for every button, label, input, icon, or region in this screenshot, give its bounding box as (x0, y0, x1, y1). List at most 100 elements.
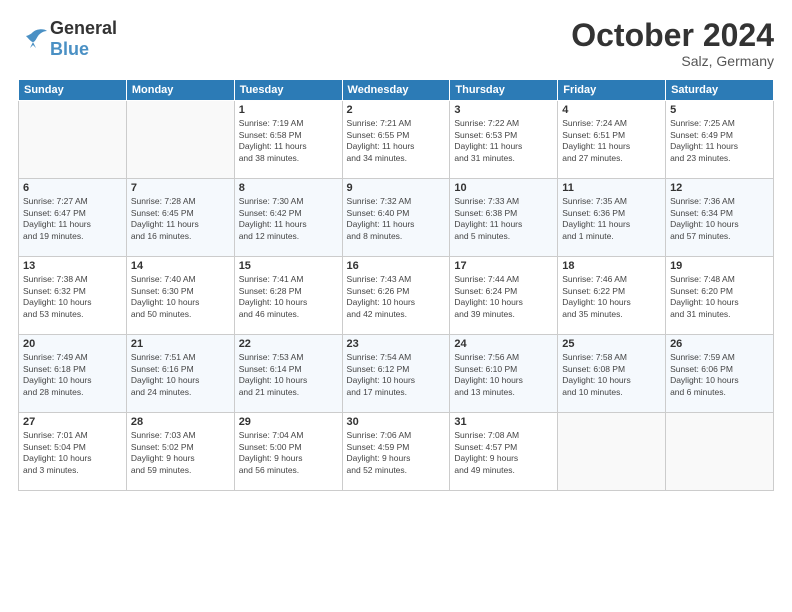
day-cell: 31Sunrise: 7:08 AM Sunset: 4:57 PM Dayli… (450, 413, 558, 491)
day-cell (126, 101, 234, 179)
day-cell: 17 Sunrise: 7:44 AM Sunset: 6:24 PM Dayli… (450, 257, 558, 335)
day-info: Sunrise: 7:30 AM Sunset: 6:42 PM Dayligh… (239, 196, 338, 242)
day-info: Sunrise: 7:41 AM Sunset: 6:28 PM Dayligh… (239, 274, 338, 320)
day-cell: 12 Sunrise: 7:36 AM Sunset: 6:34 PM Dayli… (666, 179, 774, 257)
day-cell: 4 Sunrise: 7:24 AM Sunset: 6:51 PM Daylig… (558, 101, 666, 179)
day-cell: 6 Sunrise: 7:27 AM Sunset: 6:47 PM Daylig… (19, 179, 127, 257)
weekday-wednesday: Wednesday (342, 80, 450, 101)
day-cell: 29Sunrise: 7:04 AM Sunset: 5:00 PM Dayli… (234, 413, 342, 491)
logo: GeneralBlue (18, 18, 117, 60)
day-cell: 18 Sunrise: 7:46 AM Sunset: 6:22 PM Dayli… (558, 257, 666, 335)
day-cell: 20Sunrise: 7:49 AM Sunset: 6:18 PM Dayli… (19, 335, 127, 413)
day-info: Sunrise: 7:24 AM Sunset: 6:51 PM Dayligh… (562, 118, 661, 164)
header: GeneralBlue October 2024 Salz, Germany (18, 18, 774, 69)
day-number: 19 (670, 260, 769, 272)
day-info: Sunrise: 7:56 AM Sunset: 6:10 PM Dayligh… (454, 352, 553, 398)
week-row-4: 20Sunrise: 7:49 AM Sunset: 6:18 PM Dayli… (19, 335, 774, 413)
day-number: 8 (239, 182, 338, 194)
day-cell: 3 Sunrise: 7:22 AM Sunset: 6:53 PM Daylig… (450, 101, 558, 179)
day-number: 31 (454, 416, 553, 428)
day-cell: 21Sunrise: 7:51 AM Sunset: 6:16 PM Dayli… (126, 335, 234, 413)
day-number: 15 (239, 260, 338, 272)
day-cell: 26 Sunrise: 7:59 AM Sunset: 6:06 PM Dayli… (666, 335, 774, 413)
weekday-header-row: SundayMondayTuesdayWednesdayThursdayFrid… (19, 80, 774, 101)
day-number: 20 (23, 338, 122, 350)
weekday-thursday: Thursday (450, 80, 558, 101)
day-cell (558, 413, 666, 491)
day-number: 9 (347, 182, 446, 194)
day-info: Sunrise: 7:25 AM Sunset: 6:49 PM Dayligh… (670, 118, 769, 164)
day-cell: 9 Sunrise: 7:32 AM Sunset: 6:40 PM Daylig… (342, 179, 450, 257)
day-cell: 25Sunrise: 7:58 AM Sunset: 6:08 PM Dayli… (558, 335, 666, 413)
day-number: 10 (454, 182, 553, 194)
day-info: Sunrise: 7:01 AM Sunset: 5:04 PM Dayligh… (23, 430, 122, 476)
week-row-1: 1 Sunrise: 7:19 AM Sunset: 6:58 PM Daylig… (19, 101, 774, 179)
day-number: 4 (562, 104, 661, 116)
day-info: Sunrise: 7:51 AM Sunset: 6:16 PM Dayligh… (131, 352, 230, 398)
week-row-5: 27 Sunrise: 7:01 AM Sunset: 5:04 PM Dayli… (19, 413, 774, 491)
day-cell: 24 Sunrise: 7:56 AM Sunset: 6:10 PM Dayli… (450, 335, 558, 413)
day-info: Sunrise: 7:19 AM Sunset: 6:58 PM Dayligh… (239, 118, 338, 164)
day-info: Sunrise: 7:22 AM Sunset: 6:53 PM Dayligh… (454, 118, 553, 164)
location: Salz, Germany (571, 53, 774, 69)
day-cell: 7 Sunrise: 7:28 AM Sunset: 6:45 PM Daylig… (126, 179, 234, 257)
day-info: Sunrise: 7:35 AM Sunset: 6:36 PM Dayligh… (562, 196, 661, 242)
day-info: Sunrise: 7:03 AM Sunset: 5:02 PM Dayligh… (131, 430, 230, 476)
day-number: 13 (23, 260, 122, 272)
day-number: 26 (670, 338, 769, 350)
day-cell: 8 Sunrise: 7:30 AM Sunset: 6:42 PM Daylig… (234, 179, 342, 257)
day-number: 11 (562, 182, 661, 194)
week-row-3: 13Sunrise: 7:38 AM Sunset: 6:32 PM Dayli… (19, 257, 774, 335)
day-number: 17 (454, 260, 553, 272)
day-cell (19, 101, 127, 179)
day-info: Sunrise: 7:36 AM Sunset: 6:34 PM Dayligh… (670, 196, 769, 242)
logo-text: GeneralBlue (50, 18, 117, 60)
day-info: Sunrise: 7:21 AM Sunset: 6:55 PM Dayligh… (347, 118, 446, 164)
day-info: Sunrise: 7:28 AM Sunset: 6:45 PM Dayligh… (131, 196, 230, 242)
day-cell: 19 Sunrise: 7:48 AM Sunset: 6:20 PM Dayli… (666, 257, 774, 335)
day-cell: 23 Sunrise: 7:54 AM Sunset: 6:12 PM Dayli… (342, 335, 450, 413)
day-info: Sunrise: 7:48 AM Sunset: 6:20 PM Dayligh… (670, 274, 769, 320)
day-cell: 13Sunrise: 7:38 AM Sunset: 6:32 PM Dayli… (19, 257, 127, 335)
day-cell: 5Sunrise: 7:25 AM Sunset: 6:49 PM Daylig… (666, 101, 774, 179)
day-info: Sunrise: 7:27 AM Sunset: 6:47 PM Dayligh… (23, 196, 122, 242)
day-cell (666, 413, 774, 491)
day-number: 30 (347, 416, 446, 428)
day-cell: 2 Sunrise: 7:21 AM Sunset: 6:55 PM Daylig… (342, 101, 450, 179)
day-cell: 28 Sunrise: 7:03 AM Sunset: 5:02 PM Dayli… (126, 413, 234, 491)
day-info: Sunrise: 7:53 AM Sunset: 6:14 PM Dayligh… (239, 352, 338, 398)
day-number: 28 (131, 416, 230, 428)
day-info: Sunrise: 7:46 AM Sunset: 6:22 PM Dayligh… (562, 274, 661, 320)
logo-bird-icon (18, 28, 48, 50)
day-number: 7 (131, 182, 230, 194)
day-number: 12 (670, 182, 769, 194)
day-number: 25 (562, 338, 661, 350)
day-cell: 11 Sunrise: 7:35 AM Sunset: 6:36 PM Dayli… (558, 179, 666, 257)
day-info: Sunrise: 7:43 AM Sunset: 6:26 PM Dayligh… (347, 274, 446, 320)
day-number: 6 (23, 182, 122, 194)
day-number: 24 (454, 338, 553, 350)
weekday-sunday: Sunday (19, 80, 127, 101)
weekday-friday: Friday (558, 80, 666, 101)
day-number: 3 (454, 104, 553, 116)
day-number: 18 (562, 260, 661, 272)
day-cell: 22Sunrise: 7:53 AM Sunset: 6:14 PM Dayli… (234, 335, 342, 413)
day-info: Sunrise: 7:32 AM Sunset: 6:40 PM Dayligh… (347, 196, 446, 242)
day-cell: 1 Sunrise: 7:19 AM Sunset: 6:58 PM Daylig… (234, 101, 342, 179)
day-cell: 10 Sunrise: 7:33 AM Sunset: 6:38 PM Dayli… (450, 179, 558, 257)
day-cell: 27 Sunrise: 7:01 AM Sunset: 5:04 PM Dayli… (19, 413, 127, 491)
weekday-saturday: Saturday (666, 80, 774, 101)
day-number: 27 (23, 416, 122, 428)
day-info: Sunrise: 7:54 AM Sunset: 6:12 PM Dayligh… (347, 352, 446, 398)
day-number: 1 (239, 104, 338, 116)
weekday-monday: Monday (126, 80, 234, 101)
day-info: Sunrise: 7:59 AM Sunset: 6:06 PM Dayligh… (670, 352, 769, 398)
day-info: Sunrise: 7:33 AM Sunset: 6:38 PM Dayligh… (454, 196, 553, 242)
month-title: October 2024 (571, 18, 774, 53)
calendar-table: SundayMondayTuesdayWednesdayThursdayFrid… (18, 79, 774, 491)
day-number: 29 (239, 416, 338, 428)
day-number: 23 (347, 338, 446, 350)
day-info: Sunrise: 7:44 AM Sunset: 6:24 PM Dayligh… (454, 274, 553, 320)
day-number: 16 (347, 260, 446, 272)
day-number: 2 (347, 104, 446, 116)
